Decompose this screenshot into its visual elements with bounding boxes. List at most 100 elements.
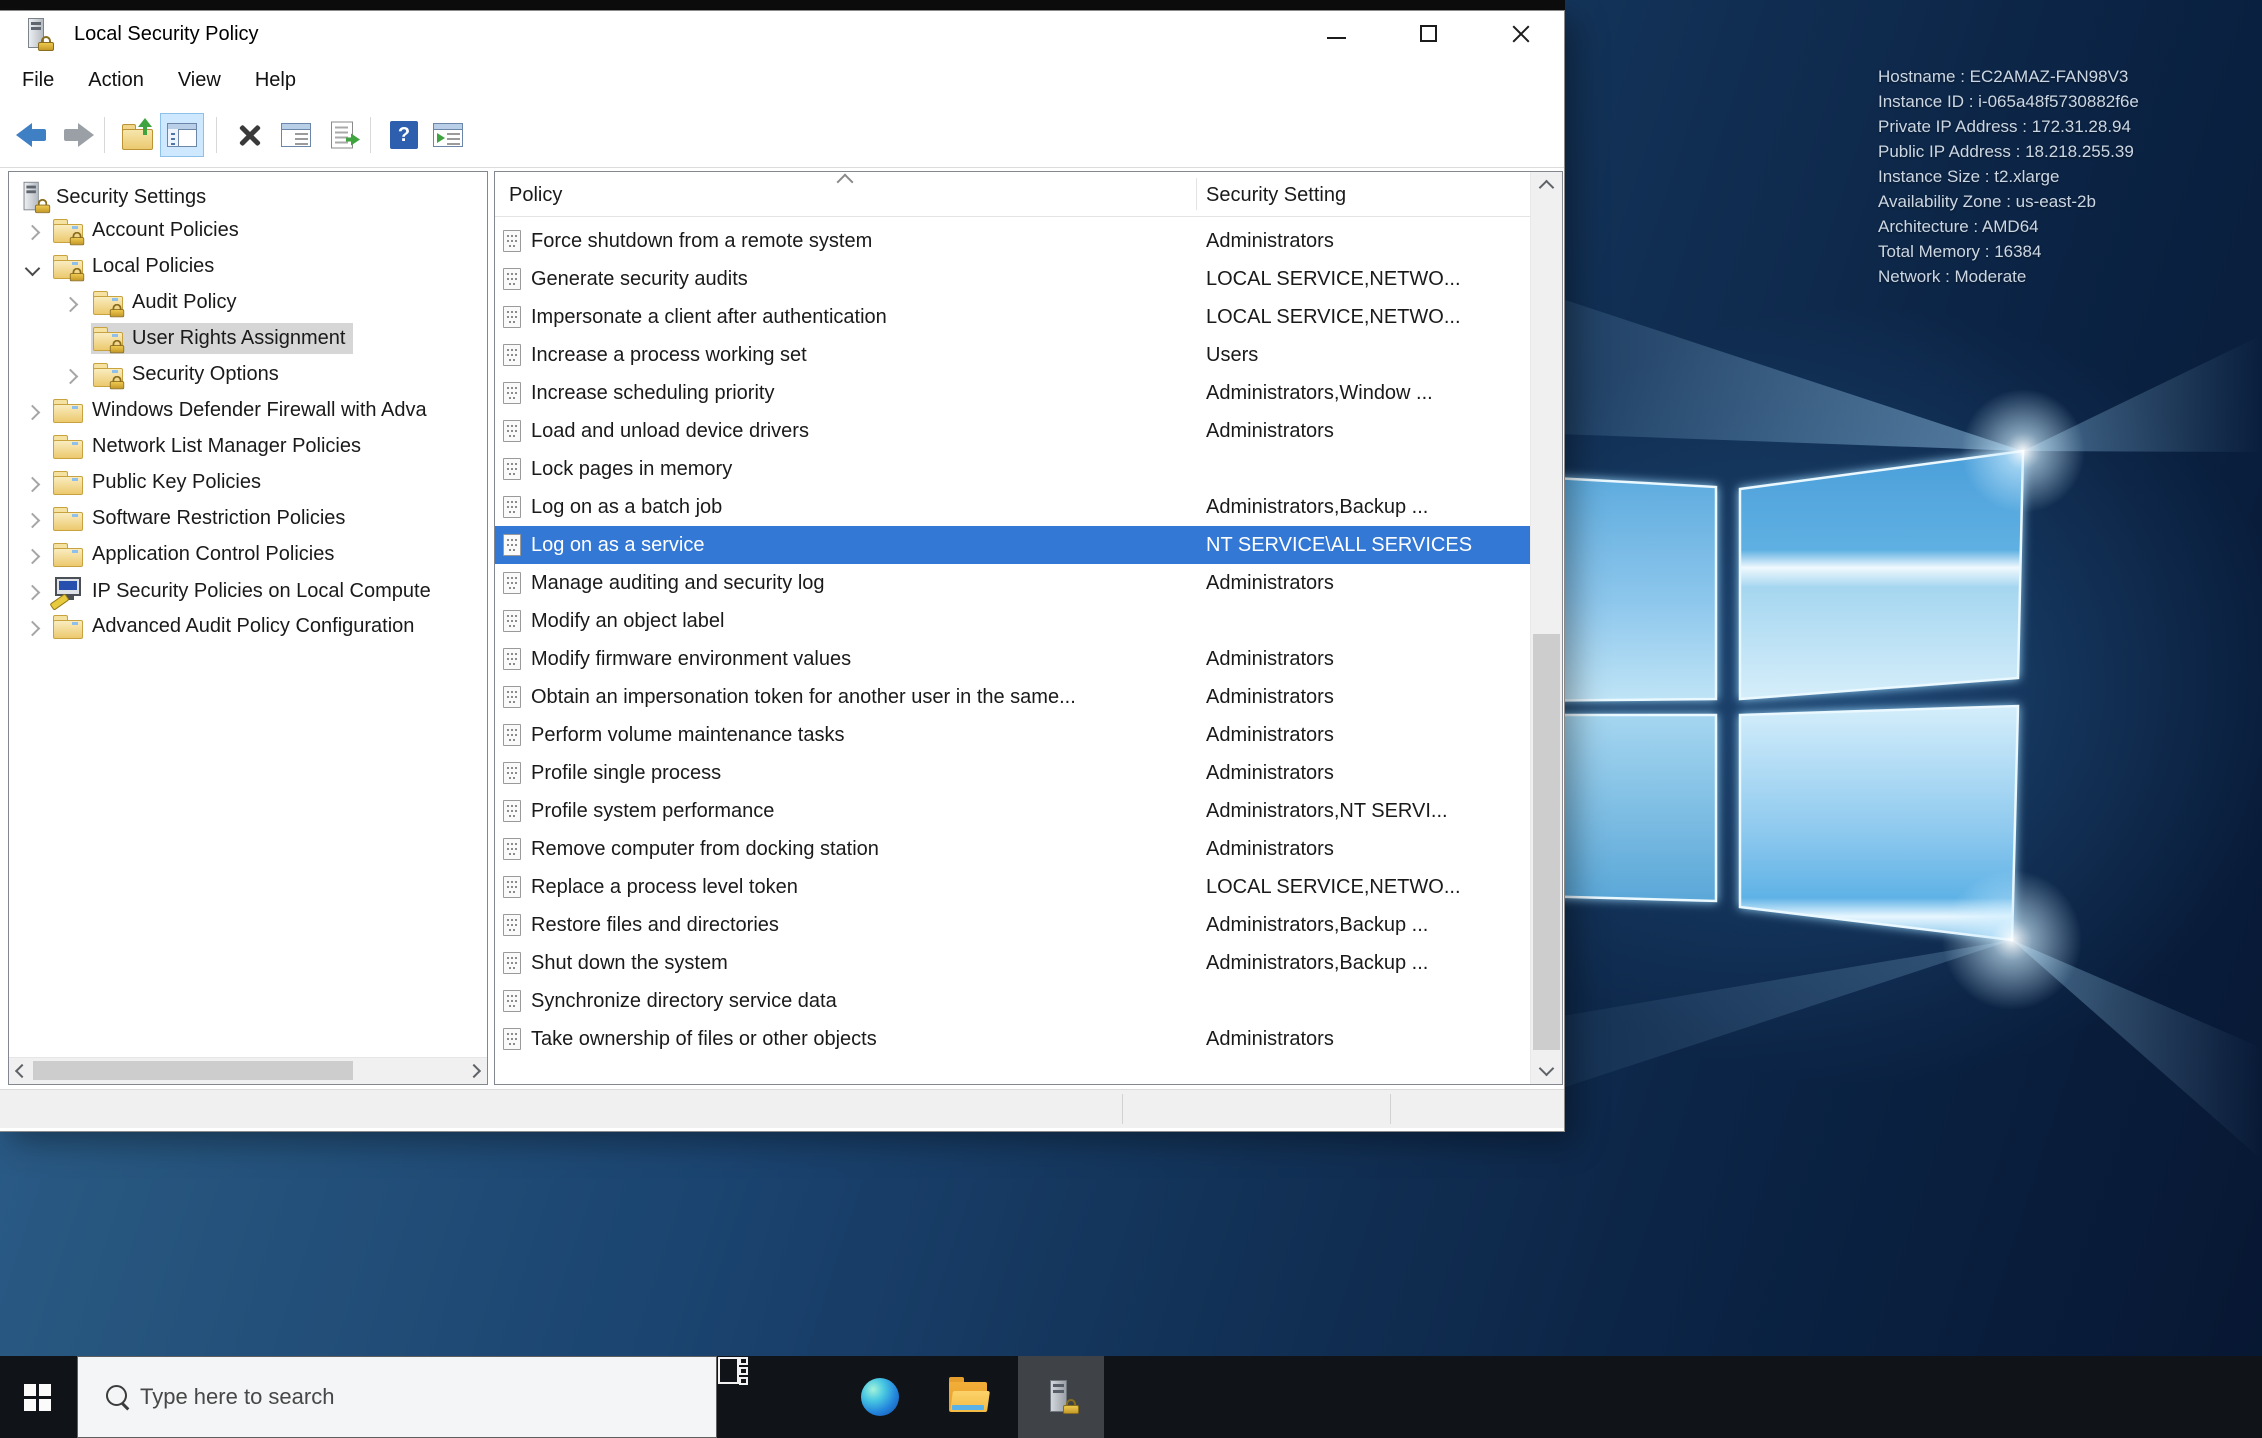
minimize-button[interactable]	[1304, 11, 1368, 57]
properties-button[interactable]	[274, 113, 318, 157]
tree-item-content[interactable]: Account Policies	[51, 215, 247, 246]
column-divider[interactable]	[1196, 178, 1197, 210]
tree-item-public-key-policies[interactable]: Public Key Policies	[9, 466, 487, 502]
policy-row[interactable]: Generate security audits LOCAL SERVICE,NE…	[495, 260, 1531, 298]
menu-action[interactable]: Action	[88, 57, 144, 103]
chevron-right-icon[interactable]	[24, 620, 41, 637]
close-button[interactable]	[1488, 11, 1552, 57]
policy-row[interactable]: Replace a process level token LOCAL SERVI…	[495, 868, 1531, 906]
policy-row[interactable]: Obtain an impersonation token for anothe…	[495, 678, 1531, 716]
policy-row[interactable]: Shut down the system Administrators,Backu…	[495, 944, 1531, 982]
tree-item-content[interactable]: Advanced Audit Policy Configuration	[51, 611, 422, 642]
tree-item-label: Account Policies	[92, 219, 239, 241]
policy-row[interactable]: Log on as a service NT SERVICE\ALL SERVIC…	[495, 526, 1531, 564]
policy-row[interactable]: Force shutdown from a remote system Admin…	[495, 222, 1531, 260]
start-button[interactable]	[0, 1356, 75, 1438]
tree-item-content[interactable]: Local Policies	[51, 251, 222, 282]
delete-icon	[237, 122, 263, 148]
policy-row[interactable]: Impersonate a client after authenticatio…	[495, 298, 1531, 336]
chevron-right-icon[interactable]	[24, 584, 41, 601]
tree-horizontal-scrollbar[interactable]	[9, 1057, 487, 1084]
tree-item-audit-policy[interactable]: Audit Policy	[9, 286, 487, 322]
tree-item-content[interactable]: User Rights Assignment	[91, 323, 354, 354]
chevron-right-icon[interactable]	[24, 512, 41, 529]
show-console-tree-button[interactable]	[160, 113, 204, 157]
policy-document-icon	[503, 990, 521, 1012]
policy-name: Obtain an impersonation token for anothe…	[531, 686, 1076, 708]
taskbar-search-box[interactable]: Type here to search	[77, 1356, 717, 1438]
back-button[interactable]	[10, 113, 54, 157]
scroll-down-icon[interactable]	[1538, 1060, 1555, 1077]
tree-item-content[interactable]: Software Restriction Policies	[51, 503, 353, 534]
edge-taskbar-button[interactable]	[837, 1356, 923, 1438]
up-one-level-button[interactable]	[116, 113, 160, 157]
scroll-up-icon[interactable]	[1538, 179, 1555, 196]
tree-item-user-rights-assignment[interactable]: User Rights Assignment	[9, 322, 487, 358]
tree-item-content[interactable]: Application Control Policies	[51, 539, 342, 570]
chevron-right-icon[interactable]	[24, 476, 41, 493]
column-header-security-setting[interactable]: Security Setting	[1206, 184, 1346, 207]
policy-row[interactable]: Perform volume maintenance tasks Administ…	[495, 716, 1531, 754]
tree-item-content[interactable]: Public Key Policies	[51, 467, 269, 498]
export-list-button[interactable]	[320, 113, 364, 157]
policy-name: Modify firmware environment values	[531, 648, 852, 670]
horizontal-scroll-thumb[interactable]	[33, 1061, 353, 1080]
tree-item-account-policies[interactable]: Account Policies	[9, 214, 487, 250]
policy-row[interactable]: Synchronize directory service data	[495, 982, 1531, 1020]
column-header-policy[interactable]: Policy	[509, 184, 562, 207]
tree-item-software-restriction-policies[interactable]: Software Restriction Policies	[9, 502, 487, 538]
policy-row[interactable]: Modify an object label	[495, 602, 1531, 640]
policy-row[interactable]: Log on as a batch job Administrators,Back…	[495, 488, 1531, 526]
maximize-button[interactable]	[1396, 11, 1460, 57]
show-action-pane-button[interactable]	[426, 113, 470, 157]
policy-row[interactable]: Modify firmware environment values Admini…	[495, 640, 1531, 678]
tree-item-content[interactable]: Security Options	[91, 359, 287, 390]
policy-row[interactable]: Increase a process working set Users	[495, 336, 1531, 374]
title-bar[interactable]: Local Security Policy	[0, 11, 1564, 57]
tree-item-windows-defender-firewall-with-adva[interactable]: Windows Defender Firewall with Adva	[9, 394, 487, 430]
menu-file[interactable]: File	[22, 57, 54, 103]
tree-item-network-list-manager-policies[interactable]: Network List Manager Policies	[9, 430, 487, 466]
chevron-right-icon[interactable]	[24, 548, 41, 565]
task-view-button[interactable]	[718, 1356, 825, 1438]
chevron-right-icon[interactable]	[24, 404, 41, 421]
policy-name: Manage auditing and security log	[531, 572, 825, 594]
vertical-scroll-thumb[interactable]	[1533, 634, 1560, 1050]
menu-view[interactable]: View	[178, 57, 221, 103]
chevron-down-icon[interactable]	[24, 260, 41, 277]
policy-row[interactable]: Increase scheduling priority Administrato…	[495, 374, 1531, 412]
console-tree: Security Settings Account Policies Local P…	[9, 178, 487, 646]
chevron-right-icon[interactable]	[62, 296, 79, 313]
policy-row[interactable]: Profile system performance Administrators…	[495, 792, 1531, 830]
file-explorer-taskbar-button[interactable]	[925, 1356, 1011, 1438]
tree-item-content[interactable]: Network List Manager Policies	[51, 431, 369, 462]
policy-row[interactable]: Take ownership of files or other objects…	[495, 1020, 1531, 1058]
tree-item-application-control-policies[interactable]: Application Control Policies	[9, 538, 487, 574]
policy-row[interactable]: Manage auditing and security log Administ…	[495, 564, 1531, 602]
tree-item-content[interactable]: Audit Policy	[91, 287, 245, 318]
help-button[interactable]: ?	[382, 113, 426, 157]
scroll-right-icon[interactable]	[466, 1063, 482, 1079]
policy-row[interactable]: Remove computer from docking station Admi…	[495, 830, 1531, 868]
policy-row[interactable]: Lock pages in memory	[495, 450, 1531, 488]
tree-item-advanced-audit-policy-configuration[interactable]: Advanced Audit Policy Configuration	[9, 610, 487, 646]
tree-item-content[interactable]: IP Security Policies on Local Compute	[49, 575, 439, 611]
tree-item-security-options[interactable]: Security Options	[9, 358, 487, 394]
forward-button[interactable]	[56, 113, 100, 157]
tree-item-security-settings[interactable]: Security Settings	[9, 178, 487, 214]
scroll-left-icon[interactable]	[14, 1063, 30, 1079]
security-setting-value: Administrators,NT SERVI...	[1206, 800, 1448, 822]
chevron-right-icon[interactable]	[62, 368, 79, 385]
delete-button[interactable]	[228, 113, 272, 157]
list-vertical-scrollbar[interactable]	[1530, 172, 1562, 1084]
tree-item-local-policies[interactable]: Local Policies	[9, 250, 487, 286]
menu-help[interactable]: Help	[255, 57, 296, 103]
policy-row[interactable]: Load and unload device drivers Administra…	[495, 412, 1531, 450]
policy-row[interactable]: Profile single process Administrators	[495, 754, 1531, 792]
policy-row[interactable]: Restore files and directories Administrat…	[495, 906, 1531, 944]
tree-item-ip-security-policies-on-local-compute[interactable]: IP Security Policies on Local Compute	[9, 574, 487, 611]
tree-item-content[interactable]: Windows Defender Firewall with Adva	[51, 395, 435, 426]
tree-item-content[interactable]: Security Settings	[19, 179, 214, 215]
local-security-policy-taskbar-button[interactable]	[1018, 1356, 1104, 1438]
chevron-right-icon[interactable]	[24, 224, 41, 241]
